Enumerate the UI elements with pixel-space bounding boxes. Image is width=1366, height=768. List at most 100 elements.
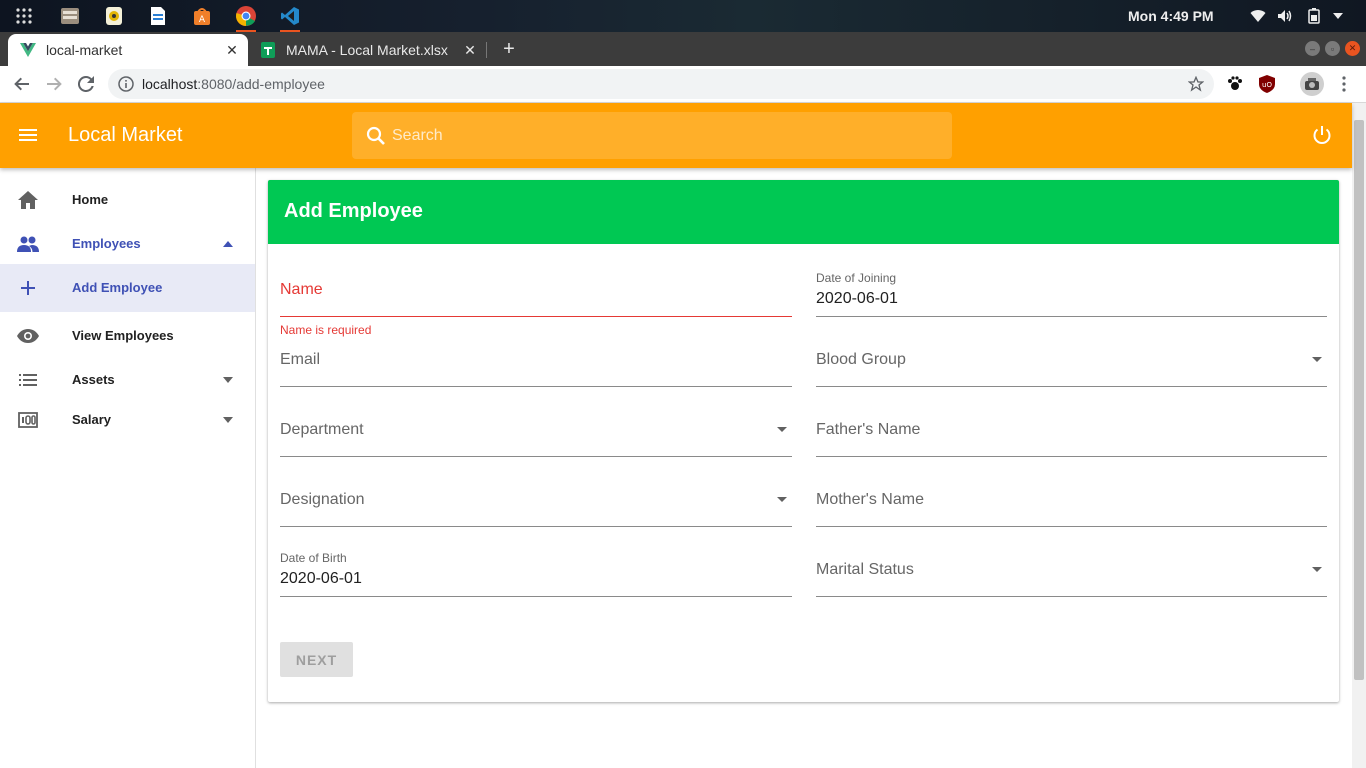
url-host: localhost bbox=[142, 76, 198, 92]
sidebar-item-assets[interactable]: Assets bbox=[0, 360, 255, 400]
sidebar-item-salary[interactable]: Salary bbox=[0, 400, 255, 440]
wifi-icon[interactable] bbox=[1249, 7, 1267, 25]
ublock-shield-icon[interactable]: uO bbox=[1257, 74, 1277, 94]
fathers-name-field[interactable]: Father's Name bbox=[816, 397, 1327, 457]
sidebar-item-employees[interactable]: Employees bbox=[0, 220, 255, 268]
sidebar-item-label: Home bbox=[72, 192, 109, 207]
dropdown-arrow-icon bbox=[776, 493, 788, 505]
system-menu-chevron-icon[interactable] bbox=[1329, 7, 1347, 25]
app-bar: Local Market bbox=[0, 103, 1352, 168]
sidebar-item-add-employee[interactable]: Add Employee bbox=[0, 264, 255, 312]
date-of-birth-field[interactable]: Date of Birth 2020-06-01 bbox=[280, 537, 792, 597]
chevron-up-icon[interactable] bbox=[216, 232, 240, 256]
name-field[interactable]: Name bbox=[280, 257, 792, 317]
sidebar-item-home[interactable]: Home bbox=[0, 176, 255, 224]
back-arrow-icon[interactable] bbox=[10, 72, 34, 96]
rhythmbox-icon[interactable] bbox=[101, 3, 127, 29]
marital-status-select[interactable]: Marital Status bbox=[816, 537, 1327, 597]
tab-spreadsheet[interactable]: MAMA - Local Market.xlsx ✕ bbox=[250, 34, 486, 66]
browser-tab-strip: local-market ✕ MAMA - Local Market.xlsx … bbox=[0, 32, 1366, 66]
date-of-birth-label: Date of Birth bbox=[280, 551, 347, 565]
name-label: Name bbox=[280, 281, 323, 298]
date-of-birth-value: 2020-06-01 bbox=[280, 570, 362, 587]
maximize-window-icon[interactable]: ▫ bbox=[1325, 41, 1340, 56]
date-of-joining-label: Date of Joining bbox=[816, 271, 897, 285]
svg-text:A: A bbox=[199, 15, 206, 25]
reload-icon[interactable] bbox=[74, 72, 98, 96]
files-icon[interactable] bbox=[57, 3, 83, 29]
search-bar[interactable] bbox=[352, 112, 952, 159]
dropdown-arrow-icon bbox=[1311, 353, 1323, 365]
forward-arrow-icon[interactable] bbox=[42, 72, 66, 96]
battery-icon[interactable] bbox=[1305, 7, 1323, 25]
email-field[interactable]: Email bbox=[280, 327, 792, 387]
eye-icon bbox=[16, 324, 40, 348]
app-grid-icon[interactable] bbox=[11, 3, 37, 29]
address-bar[interactable]: localhost:8080/add-employee bbox=[108, 69, 1214, 99]
list-icon bbox=[16, 368, 40, 392]
tab-local-market[interactable]: local-market ✕ bbox=[8, 34, 248, 66]
sidebar-item-label: Salary bbox=[72, 412, 112, 427]
close-tab-icon[interactable]: ✕ bbox=[224, 42, 240, 58]
blood-group-select[interactable]: Blood Group bbox=[816, 327, 1327, 387]
volume-icon[interactable] bbox=[1276, 7, 1294, 25]
sidebar-item-label: Employees bbox=[72, 236, 141, 251]
chevron-down-icon[interactable] bbox=[216, 368, 240, 392]
search-icon bbox=[366, 126, 385, 145]
sidebar-item-view-employees[interactable]: View Employees bbox=[0, 312, 255, 360]
minimize-window-icon[interactable]: – bbox=[1305, 41, 1320, 56]
bookmark-star-icon[interactable] bbox=[1188, 76, 1204, 92]
browser-menu-icon[interactable] bbox=[1334, 74, 1354, 94]
new-tab-icon[interactable]: + bbox=[498, 38, 520, 60]
dropdown-arrow-icon bbox=[1311, 563, 1323, 575]
department-label: Department bbox=[280, 421, 364, 438]
marital-status-label: Marital Status bbox=[816, 561, 914, 578]
input-underline bbox=[280, 456, 792, 457]
input-underline bbox=[816, 456, 1327, 457]
sidebar-item-label: View Employees bbox=[72, 328, 174, 343]
tab-title: local-market bbox=[46, 42, 123, 58]
people-icon bbox=[16, 232, 40, 256]
close-tab-icon[interactable]: ✕ bbox=[462, 42, 478, 58]
sheets-favicon-icon bbox=[260, 42, 276, 58]
designation-label: Designation bbox=[280, 491, 365, 508]
sidebar: Home Employees Add Employee View Employe… bbox=[0, 168, 256, 768]
close-window-icon[interactable]: ✕ bbox=[1345, 41, 1360, 56]
profile-avatar[interactable] bbox=[1300, 72, 1324, 96]
vscode-icon[interactable] bbox=[277, 3, 303, 32]
hamburger-menu-icon[interactable] bbox=[16, 123, 40, 147]
search-input[interactable] bbox=[392, 126, 932, 145]
os-top-bar: A Mon 4:49 PM bbox=[0, 0, 1366, 32]
fathers-name-label: Father's Name bbox=[816, 421, 921, 438]
mothers-name-label: Mother's Name bbox=[816, 491, 924, 508]
power-logout-icon[interactable] bbox=[1310, 123, 1334, 147]
writer-icon[interactable] bbox=[145, 3, 171, 29]
browser-toolbar: localhost:8080/add-employee uO bbox=[0, 66, 1366, 103]
mothers-name-field[interactable]: Mother's Name bbox=[816, 467, 1327, 527]
url-text[interactable]: localhost:8080/add-employee bbox=[142, 76, 325, 92]
extension-paw-icon[interactable] bbox=[1225, 74, 1245, 94]
app-title: Local Market bbox=[68, 124, 183, 146]
card-header: Add Employee bbox=[268, 180, 1339, 244]
tab-divider bbox=[486, 42, 487, 58]
blood-group-label: Blood Group bbox=[816, 351, 906, 368]
money-icon bbox=[16, 408, 40, 432]
page-scrollbar-thumb[interactable] bbox=[1354, 120, 1364, 680]
input-underline bbox=[280, 386, 792, 387]
chevron-down-icon[interactable] bbox=[216, 408, 240, 432]
date-of-joining-field[interactable]: Date of Joining 2020-06-01 bbox=[816, 257, 1327, 317]
input-underline bbox=[816, 316, 1327, 317]
input-underline bbox=[280, 526, 792, 527]
site-info-icon[interactable] bbox=[118, 76, 134, 92]
next-button[interactable]: NEXT bbox=[280, 642, 353, 677]
email-label: Email bbox=[280, 351, 321, 368]
input-underline bbox=[816, 526, 1327, 527]
designation-select[interactable]: Designation bbox=[280, 467, 792, 527]
software-center-icon[interactable]: A bbox=[189, 3, 215, 29]
sidebar-item-label: Add Employee bbox=[72, 280, 163, 295]
department-select[interactable]: Department bbox=[280, 397, 792, 457]
date-of-joining-value: 2020-06-01 bbox=[816, 290, 898, 307]
clock[interactable]: Mon 4:49 PM bbox=[1128, 8, 1214, 24]
url-path: :8080/add-employee bbox=[197, 76, 325, 92]
chrome-icon[interactable] bbox=[233, 3, 259, 32]
